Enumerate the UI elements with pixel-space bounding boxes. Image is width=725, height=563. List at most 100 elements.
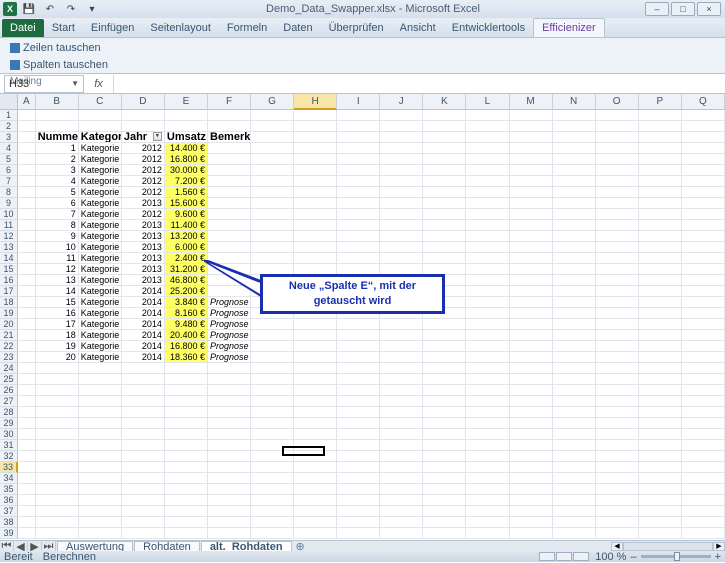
cell[interactable] [639, 473, 682, 484]
ribbon-tab-überprüfen[interactable]: Überprüfen [321, 19, 392, 37]
cell[interactable] [337, 110, 380, 121]
cell[interactable] [122, 451, 165, 462]
cell[interactable] [510, 407, 553, 418]
formula-input[interactable] [114, 75, 725, 93]
cell[interactable] [380, 165, 423, 176]
cell[interactable]: 2013 [122, 253, 165, 264]
cell[interactable] [380, 341, 423, 352]
cell[interactable] [122, 517, 165, 528]
cell[interactable] [553, 264, 596, 275]
ribbon-tab-daten[interactable]: Daten [275, 19, 320, 37]
cell[interactable] [682, 198, 725, 209]
cell[interactable] [18, 253, 36, 264]
cell[interactable] [251, 363, 294, 374]
cell[interactable] [294, 121, 337, 132]
cell[interactable] [639, 418, 682, 429]
cell[interactable] [553, 473, 596, 484]
cell[interactable] [553, 495, 596, 506]
cell[interactable] [165, 418, 208, 429]
cell[interactable] [682, 143, 725, 154]
cell[interactable] [682, 231, 725, 242]
column-header-N[interactable]: N [553, 94, 596, 110]
cell[interactable] [466, 484, 509, 495]
cell[interactable] [251, 506, 294, 517]
cell[interactable]: Prognose [208, 341, 251, 352]
cell[interactable] [294, 528, 337, 539]
cell[interactable] [596, 330, 639, 341]
cell[interactable] [596, 462, 639, 473]
cell[interactable] [380, 187, 423, 198]
cell[interactable]: 2012 [122, 187, 165, 198]
cell[interactable]: 7 [36, 209, 79, 220]
cell[interactable]: 8.160 € [165, 308, 208, 319]
row-header[interactable]: 36 [0, 495, 18, 506]
cell[interactable] [553, 253, 596, 264]
cell[interactable] [380, 396, 423, 407]
cell[interactable] [337, 176, 380, 187]
cell[interactable]: 25.200 € [165, 286, 208, 297]
scroll-left-icon[interactable]: ◀ [611, 542, 623, 551]
cell[interactable] [337, 121, 380, 132]
cell[interactable] [294, 154, 337, 165]
cell[interactable] [553, 176, 596, 187]
cell[interactable]: 9 [36, 231, 79, 242]
cell[interactable]: 2012 [122, 209, 165, 220]
cell[interactable] [251, 220, 294, 231]
cell[interactable]: 8 [36, 220, 79, 231]
cell[interactable]: 11.400 € [165, 220, 208, 231]
cell[interactable] [294, 209, 337, 220]
cell[interactable] [682, 264, 725, 275]
cell[interactable] [36, 506, 79, 517]
cell[interactable] [682, 121, 725, 132]
column-header-O[interactable]: O [596, 94, 639, 110]
cell[interactable] [18, 110, 36, 121]
cell[interactable] [251, 165, 294, 176]
cell[interactable] [682, 242, 725, 253]
cell[interactable] [208, 374, 251, 385]
column-header-K[interactable]: K [423, 94, 466, 110]
ribbon-tab-formeln[interactable]: Formeln [219, 19, 275, 37]
cell[interactable] [337, 517, 380, 528]
cell[interactable] [423, 165, 466, 176]
row-header[interactable]: 31 [0, 440, 18, 451]
cell[interactable] [466, 209, 509, 220]
cell[interactable] [596, 374, 639, 385]
cell[interactable]: Kategorie 1 [79, 275, 122, 286]
cell[interactable] [423, 143, 466, 154]
cell[interactable] [510, 308, 553, 319]
cell[interactable] [553, 165, 596, 176]
cell[interactable]: Jahr▾ [122, 132, 165, 143]
save-icon[interactable]: 💾 [20, 2, 38, 16]
cell[interactable] [423, 385, 466, 396]
cell[interactable] [423, 198, 466, 209]
cell[interactable] [380, 506, 423, 517]
cell[interactable] [36, 110, 79, 121]
cell[interactable] [18, 341, 36, 352]
cell[interactable] [466, 264, 509, 275]
cell[interactable] [18, 165, 36, 176]
cell[interactable] [510, 231, 553, 242]
cell[interactable] [18, 231, 36, 242]
cell[interactable]: Nummer▾ [36, 132, 79, 143]
cell[interactable] [122, 418, 165, 429]
cell[interactable] [294, 473, 337, 484]
cell[interactable] [553, 407, 596, 418]
cell[interactable] [251, 374, 294, 385]
cell[interactable] [553, 385, 596, 396]
cell[interactable] [596, 484, 639, 495]
cell[interactable] [682, 110, 725, 121]
cell[interactable] [337, 319, 380, 330]
cell[interactable] [380, 429, 423, 440]
cell[interactable] [79, 374, 122, 385]
cell[interactable]: 30.000 € [165, 165, 208, 176]
cell[interactable] [165, 396, 208, 407]
cell[interactable] [466, 506, 509, 517]
sheet-tab-auswertung[interactable]: Auswertung [57, 541, 133, 551]
cell[interactable]: Prognose [208, 319, 251, 330]
cell[interactable] [423, 253, 466, 264]
cell[interactable] [466, 495, 509, 506]
cell[interactable] [596, 363, 639, 374]
cell[interactable] [18, 429, 36, 440]
cell[interactable] [466, 253, 509, 264]
cell[interactable]: 20.400 € [165, 330, 208, 341]
